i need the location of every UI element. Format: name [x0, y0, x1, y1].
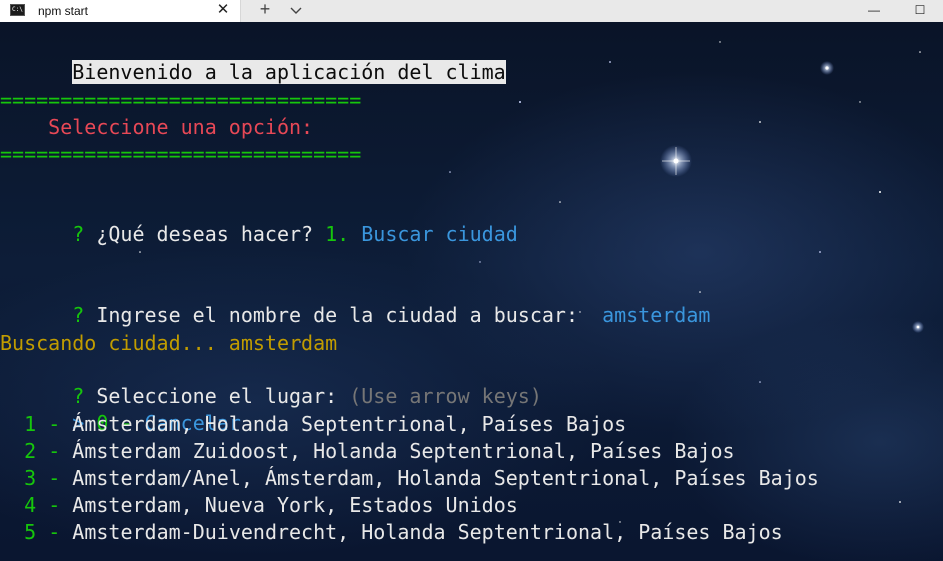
option-number: 2: [24, 439, 37, 463]
option-number: 5: [24, 520, 37, 544]
separator-bottom: ==============================: [0, 142, 362, 166]
searching-status: Buscando ciudad... amsterdam: [0, 331, 338, 355]
question-city-line: ? Ingrese el nombre de la ciudad a busca…: [0, 276, 710, 327]
title-bar: C:\ npm start ✕ + — ☐: [0, 0, 943, 23]
option-dash: -: [48, 493, 61, 517]
terminal-window: C:\ npm start ✕ + — ☐ Bienvenido a la ap…: [0, 0, 943, 561]
option-number: 3: [24, 466, 37, 490]
welcome-line: Bienvenido a la aplicación del clima: [0, 33, 506, 84]
terminal-icon: C:\: [10, 4, 25, 16]
question-action-line: ? ¿Qué deseas hacer? 1. Buscar ciudad: [0, 195, 518, 246]
answer-text: Buscar ciudad: [349, 222, 518, 246]
list-item[interactable]: 4 - Amsterdam, Nueva York, Estados Unido…: [0, 492, 518, 518]
tab-npm-start[interactable]: C:\ npm start ✕: [0, 0, 241, 22]
question-action: ¿Qué deseas hacer?: [84, 222, 326, 246]
tab-title: npm start: [38, 4, 89, 18]
option-label: Ámsterdam, Holanda Septentrional, Países…: [72, 412, 627, 436]
welcome-text: Bienvenido a la aplicación del clima: [72, 60, 506, 84]
list-item-selected[interactable]: > 0 - Cancelar: [0, 384, 241, 435]
option-number: 1: [24, 412, 37, 436]
list-item[interactable]: 5 - Amsterdam-Duivendrecht, Holanda Sept…: [0, 519, 783, 545]
option-number: 4: [24, 493, 37, 517]
prompt-mark: ?: [72, 303, 85, 327]
option-dash: -: [48, 439, 61, 463]
option-dash: -: [48, 412, 61, 436]
new-tab-plus-icon[interactable]: +: [254, 0, 276, 20]
option-label: Amsterdam/Anel, Ámsterdam, Holanda Septe…: [72, 466, 819, 490]
option-label: Amsterdam, Nueva York, Estados Unidos: [72, 493, 518, 517]
list-item[interactable]: 2 - Ámsterdam Zuidoost, Holanda Septentr…: [0, 438, 735, 464]
prompt-mark: ?: [72, 222, 85, 246]
option-label: Amsterdam-Duivendrecht, Holanda Septentr…: [72, 520, 783, 544]
list-item[interactable]: 3 - Amsterdam/Anel, Ámsterdam, Holanda S…: [0, 465, 819, 491]
answer-number: 1.: [325, 222, 350, 246]
list-item[interactable]: 1 - Ámsterdam, Holanda Septentrional, Pa…: [0, 411, 626, 437]
terminal-output[interactable]: Bienvenido a la aplicación del clima ===…: [0, 22, 943, 561]
tab-dropdown-chevron-down-icon[interactable]: [286, 2, 306, 20]
minimize-button[interactable]: —: [851, 0, 897, 22]
option-label: Ámsterdam Zuidoost, Holanda Septentriona…: [72, 439, 735, 463]
option-dash: -: [48, 466, 61, 490]
separator-top: ==============================: [0, 88, 362, 112]
question-city: Ingrese el nombre de la ciudad a buscar:: [84, 303, 603, 327]
tab-close-icon[interactable]: ✕: [214, 1, 232, 19]
arrow-keys-hint: (Use arrow keys): [349, 384, 542, 408]
option-dash: -: [48, 520, 61, 544]
city-answer: amsterdam: [602, 303, 711, 327]
maximize-button[interactable]: ☐: [897, 0, 943, 22]
menu-title: Seleccione una opción:: [0, 115, 314, 139]
question-place-line: ? Seleccione el lugar: (Use arrow keys): [0, 357, 542, 408]
